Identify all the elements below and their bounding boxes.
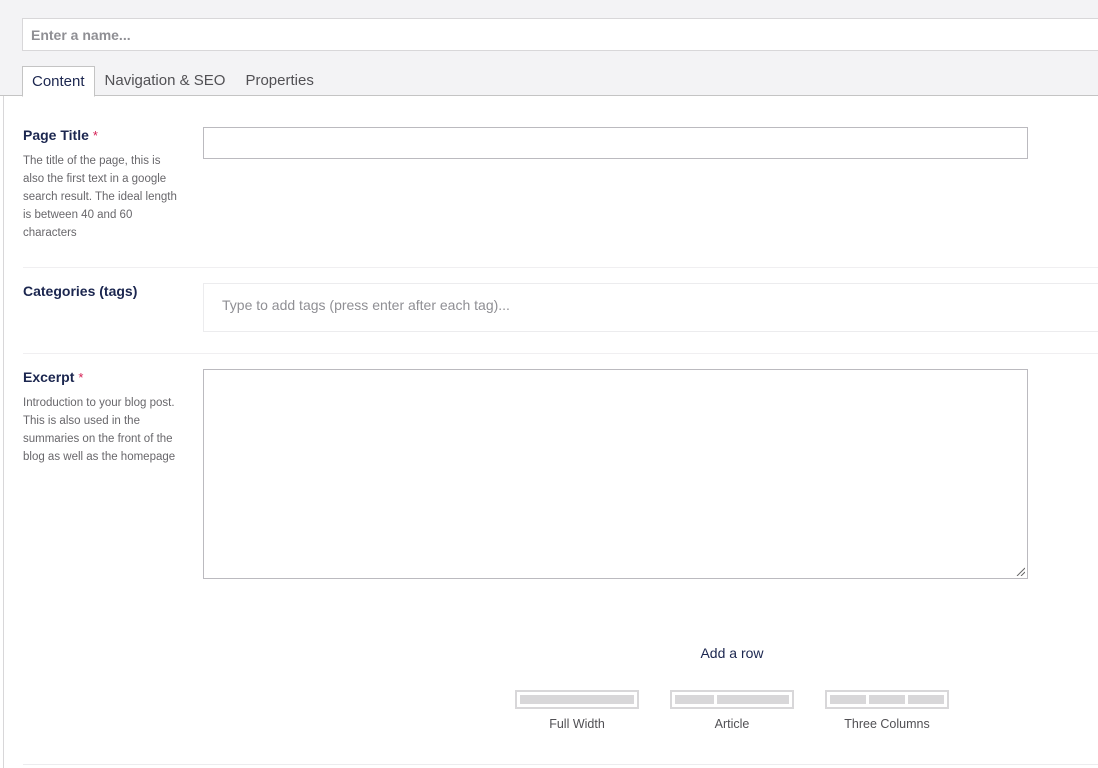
- page-title-label: Page Title *: [23, 127, 98, 143]
- property-separator: [23, 353, 1098, 354]
- layout-name: Three Columns: [844, 717, 930, 731]
- layout-preview-icon: [670, 690, 794, 709]
- tab-navigation-seo[interactable]: Navigation & SEO: [95, 66, 236, 96]
- required-marker: *: [78, 370, 84, 385]
- content-tabs: Content Navigation & SEO Properties: [22, 66, 324, 97]
- excerpt-textarea[interactable]: [203, 369, 1028, 579]
- page-title-label-text: Page Title: [23, 127, 89, 143]
- excerpt-label-text: Excerpt: [23, 369, 75, 385]
- page-title-description: The title of the page, this is also the …: [23, 155, 177, 239]
- layout-preview-icon: [825, 690, 949, 709]
- editor-header: Content Navigation & SEO Properties: [0, 0, 1098, 97]
- tab-content[interactable]: Content: [22, 66, 95, 97]
- excerpt-label: Excerpt *: [23, 369, 83, 385]
- required-marker: *: [92, 128, 98, 143]
- layout-article[interactable]: Article: [670, 690, 794, 731]
- excerpt-description: Introduction to your blog post. This is …: [23, 397, 176, 463]
- page-title-input[interactable]: [203, 127, 1028, 159]
- layout-preview-icon: [515, 690, 639, 709]
- layout-three-columns[interactable]: Three Columns: [825, 690, 949, 731]
- left-divider: [3, 96, 4, 768]
- layout-name: Full Width: [549, 717, 605, 731]
- layout-name: Article: [714, 717, 750, 731]
- layout-full-width[interactable]: Full Width: [515, 690, 639, 731]
- tags-editor[interactable]: [203, 283, 1098, 332]
- categories-label: Categories (tags): [23, 283, 138, 299]
- tags-input[interactable]: [220, 296, 924, 314]
- bottom-divider: [23, 764, 1098, 765]
- tab-properties[interactable]: Properties: [235, 66, 323, 96]
- name-input[interactable]: [22, 18, 1098, 51]
- add-row-title: Add a row: [700, 645, 764, 661]
- resize-grip-icon[interactable]: [1016, 567, 1025, 576]
- property-separator: [23, 267, 1098, 268]
